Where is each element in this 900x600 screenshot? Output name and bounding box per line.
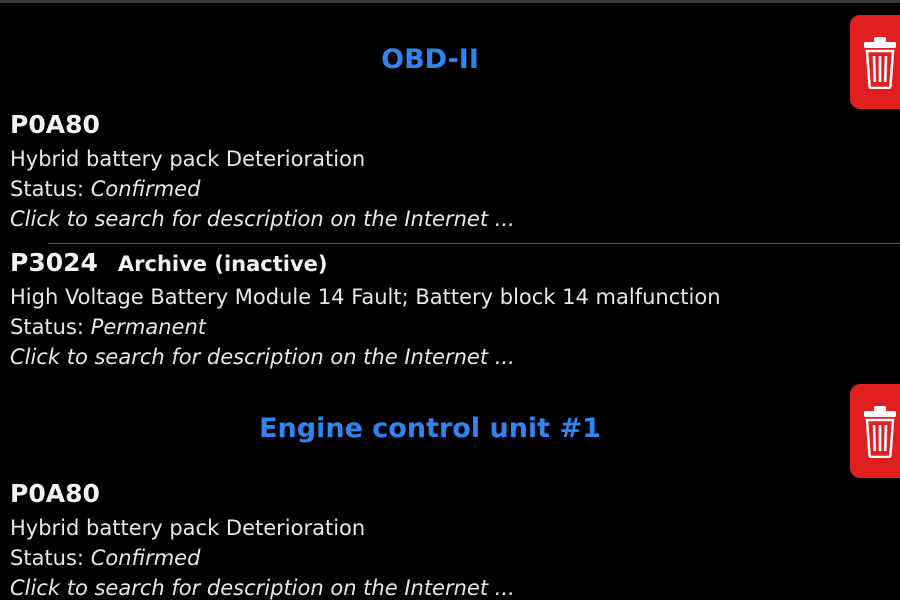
dtc-code: P0A80 [10,479,100,508]
row-divider [48,243,900,244]
search-description-link[interactable]: Click to search for description on the I… [10,204,880,234]
dtc-status: Status: Permanent [10,312,880,342]
dtc-description: High Voltage Battery Module 14 Fault; Ba… [10,285,721,309]
dtc-item-p3024-obd2[interactable]: P3024 Archive (inactive) High Voltage Ba… [10,248,880,372]
status-value: Confirmed [90,177,201,201]
dtc-code: P0A80 [10,110,100,139]
status-value: Confirmed [90,546,201,570]
status-label: Status: [10,177,84,201]
search-description-link[interactable]: Click to search for description on the I… [10,342,880,372]
dtc-code: P3024 [10,248,98,277]
dtc-description: Hybrid battery pack Deterioration [10,516,366,540]
dtc-item-p0a80-obd2[interactable]: P0A80 Hybrid battery pack Deterioration … [10,110,880,234]
dtc-archive-tag: Archive (inactive) [117,252,328,276]
trash-icon [864,406,896,458]
search-description-link[interactable]: Click to search for description on the I… [10,573,880,600]
top-border [0,0,900,3]
dtc-status: Status: Confirmed [10,543,880,573]
status-label: Status: [10,546,84,570]
delete-button-ecu1[interactable] [850,384,900,478]
dtc-status: Status: Confirmed [10,174,880,204]
dtc-list-screen: OBD-II P0A80 Hybrid battery pack Deterio… [0,0,900,600]
trash-icon [864,37,896,89]
delete-button-obd2[interactable] [850,15,900,109]
dtc-description: Hybrid battery pack Deterioration [10,147,366,171]
section-header-ecu1: Engine control unit #1 [259,413,601,444]
status-value: Permanent [90,315,207,339]
dtc-item-p0a80-ecu1[interactable]: P0A80 Hybrid battery pack Deterioration … [10,479,880,600]
section-header-obd2: OBD-II [381,44,479,75]
status-label: Status: [10,315,84,339]
